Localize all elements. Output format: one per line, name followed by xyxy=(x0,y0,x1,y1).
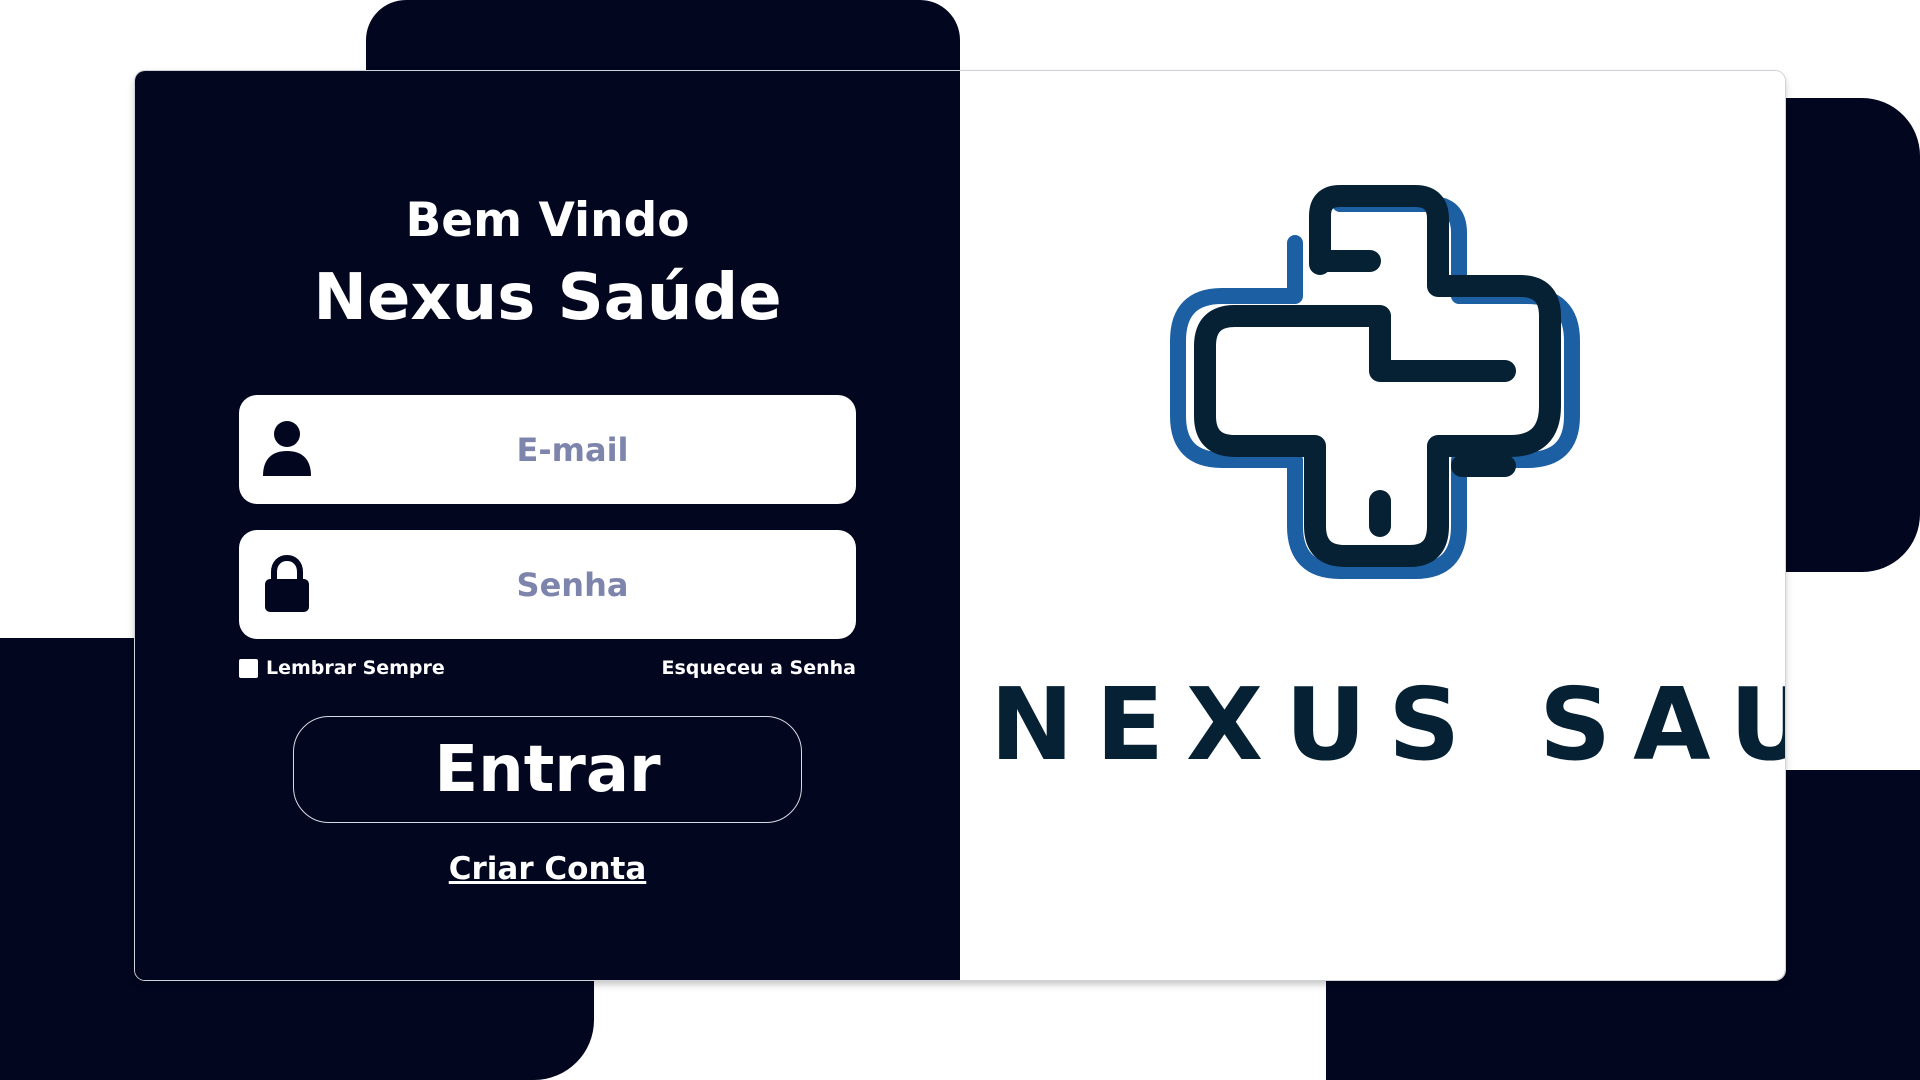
welcome-heading: Bem Vindo xyxy=(405,193,690,248)
password-input[interactable] xyxy=(239,530,856,639)
brand-panel: NEXUS SAUDE xyxy=(960,71,1785,980)
user-icon xyxy=(263,421,311,476)
medical-cross-icon xyxy=(1170,185,1580,579)
remember-label: Lembrar Sempre xyxy=(266,657,445,679)
remember-me[interactable]: Lembrar Sempre xyxy=(239,657,445,679)
login-panel: Bem Vindo Nexus Saúde Lembrar Sempre xyxy=(135,71,960,980)
lock-icon xyxy=(265,555,309,612)
email-field-container xyxy=(239,395,856,504)
forgot-password-link[interactable]: Esqueceu a Senha xyxy=(662,657,856,679)
brand-title: Nexus Saúde xyxy=(313,261,782,335)
logo-wordmark: NEXUS SAUDE xyxy=(990,666,1785,783)
remember-checkbox[interactable] xyxy=(239,658,258,678)
password-field-container xyxy=(239,530,856,639)
login-card: Bem Vindo Nexus Saúde Lembrar Sempre xyxy=(135,71,1785,980)
login-button[interactable]: Entrar xyxy=(293,716,802,823)
login-page: Bem Vindo Nexus Saúde Lembrar Sempre xyxy=(0,0,1920,1080)
email-input[interactable] xyxy=(239,395,856,504)
create-account-link[interactable]: Criar Conta xyxy=(135,851,960,887)
